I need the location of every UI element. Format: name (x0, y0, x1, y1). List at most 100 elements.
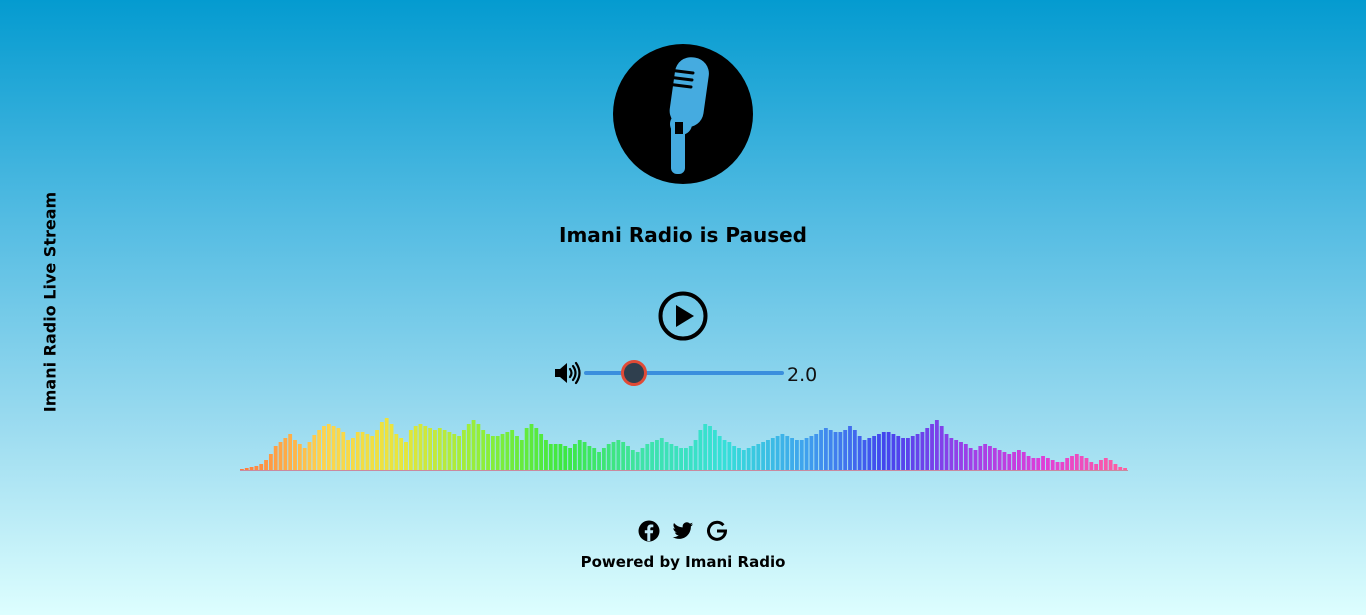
visualizer-bar (505, 432, 510, 470)
visualizer-bar (510, 430, 515, 470)
visualizer-bar (370, 436, 375, 470)
visualizer-bar (988, 446, 992, 470)
visualizer-bar (626, 446, 630, 470)
visualizer-bar (1084, 458, 1089, 470)
visualizer-bar (408, 430, 413, 470)
visualizer-bar (1103, 458, 1108, 470)
visualizer-bar (515, 436, 519, 470)
visualizer-bar (1031, 458, 1036, 470)
volume-slider[interactable] (584, 360, 784, 386)
visualizer-bar (259, 464, 264, 470)
visualizer-bar (293, 440, 297, 470)
visualizer-bar (838, 432, 843, 470)
facebook-link[interactable] (638, 520, 660, 542)
visualizer-bar (1074, 454, 1079, 470)
visualizer-bar (283, 438, 288, 470)
visualizer-bar (433, 430, 437, 470)
visualizer-bar (978, 446, 983, 470)
visualizer-bar (524, 428, 529, 470)
visualizer-bar (737, 448, 741, 470)
visualizer-bar (1026, 456, 1031, 470)
visualizer-bar (539, 434, 544, 470)
visualizer-bar (351, 438, 355, 470)
facebook-icon (638, 520, 660, 542)
visualizer-bar (1113, 464, 1118, 470)
visualizer-bar (413, 426, 418, 470)
visualizer-bar (659, 438, 664, 470)
visualizer-bar (920, 432, 925, 470)
visualizer-bar (862, 440, 867, 470)
visualizer-bar (399, 438, 404, 470)
visualizer-bar (650, 442, 655, 470)
visualizer-bar (597, 452, 601, 470)
visualizer-bar (437, 428, 442, 470)
visualizer-bar (384, 418, 389, 470)
audio-visualizer (240, 418, 1128, 471)
visualizer-bar (326, 424, 331, 470)
visualizer-bar (273, 446, 278, 470)
visualizer-bar (934, 420, 939, 470)
visualizer-bar (616, 440, 621, 470)
visualizer-bar (997, 450, 1002, 470)
visualizer-bar (708, 426, 712, 470)
visualizer-bar (712, 430, 717, 470)
visualizer-bar (1094, 464, 1099, 470)
visualizer-bar (867, 438, 872, 470)
visualizer-bar (674, 446, 679, 470)
visualizer-bar (375, 430, 379, 470)
visualizer-bar (476, 424, 481, 470)
visualizer-bar (963, 444, 968, 470)
visualizer-bar (264, 460, 268, 470)
visualizer-bar (1041, 456, 1045, 470)
visualizer-bar (886, 432, 891, 470)
play-button[interactable] (657, 290, 709, 342)
visualizer-bar (746, 448, 751, 470)
visualizer-bar (312, 435, 317, 470)
visualizer-bar (852, 430, 857, 470)
visualizer-bar (1079, 456, 1084, 470)
visualizer-bar (573, 444, 577, 470)
google-link[interactable] (706, 520, 728, 542)
player-status-text: Imani Radio is Paused (559, 223, 807, 247)
visualizer-bar (1050, 460, 1055, 470)
volume-slider-thumb[interactable] (621, 360, 647, 386)
visualizer-bar (568, 448, 572, 470)
visualizer-bar (630, 450, 635, 470)
visualizer-bar (346, 440, 350, 470)
visualizer-bar (254, 466, 259, 470)
visualizer-bar (1007, 454, 1012, 470)
visualizer-bar (809, 436, 814, 470)
visualizer-bar (795, 440, 799, 470)
visualizer-bar (389, 424, 394, 470)
visualizer-bar (756, 444, 761, 470)
visualizer-bar (848, 426, 852, 470)
visualizer-bar (582, 442, 587, 470)
visualizer-bar (785, 436, 790, 470)
visualizer-bar (655, 440, 659, 470)
visualizer-bar (558, 444, 563, 470)
visualizer-bar (983, 444, 988, 470)
visualizer-bar (804, 438, 809, 470)
visualizer-bar (732, 446, 737, 470)
visualizer-bar (1065, 458, 1070, 470)
visualizer-bar (1089, 462, 1094, 470)
visualizer-bar (244, 468, 249, 470)
visualizer-bar (968, 448, 973, 470)
visualizer-bar (587, 446, 592, 470)
volume-high-icon[interactable] (553, 359, 581, 387)
visualizer-bar (684, 448, 688, 470)
visualizer-bar (828, 430, 833, 470)
twitter-link[interactable] (672, 520, 694, 542)
visualizer-bar (823, 428, 828, 470)
microphone-icon (665, 57, 709, 174)
visualizer-bar (268, 454, 273, 470)
visualizer-bar (302, 448, 307, 470)
visualizer-bar (452, 434, 457, 470)
visualizer-bar (442, 430, 447, 470)
visualizer-bar (606, 444, 611, 470)
visualizer-bar (857, 436, 862, 470)
visualizer-bar (519, 440, 524, 470)
visualizer-bar (814, 434, 819, 470)
visualizer-bar (915, 434, 920, 470)
visualizer-bar (481, 430, 486, 470)
